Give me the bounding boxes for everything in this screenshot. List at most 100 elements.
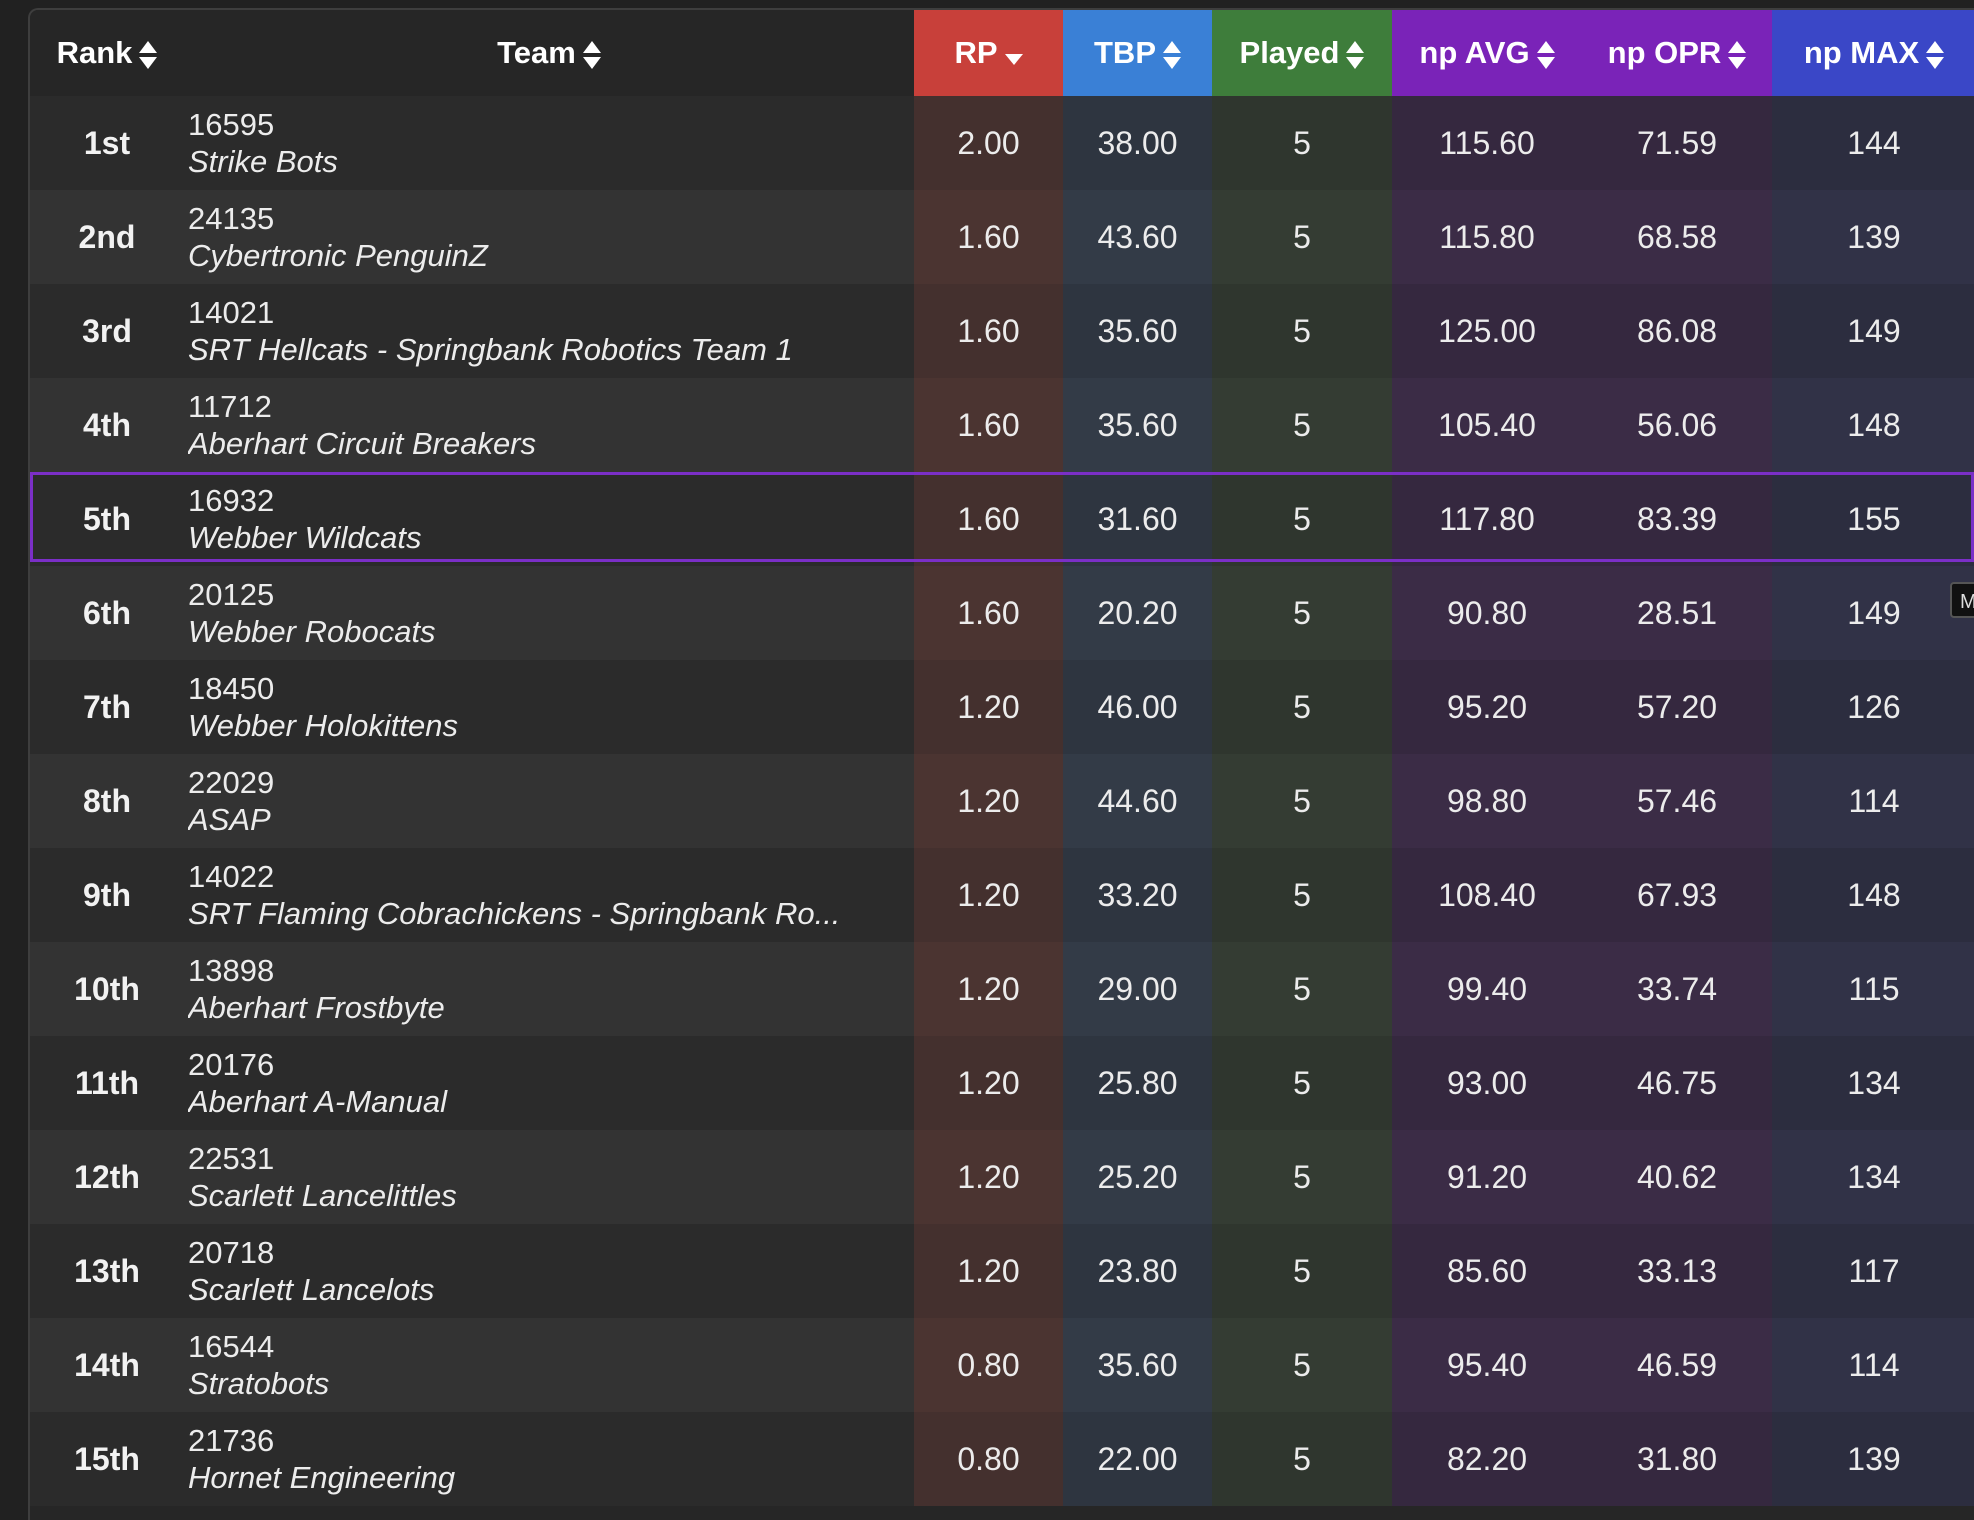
table-row[interactable]: 15th 21736 Hornet Engineering 0.80 22.00… <box>30 1412 1974 1506</box>
rp-cell: 1.20 <box>914 1036 1063 1130</box>
team-cell: 21736 Hornet Engineering <box>184 1412 914 1506</box>
rank-cell: 11th <box>30 1036 184 1130</box>
tbp-cell: 46.00 <box>1063 660 1212 754</box>
table-row[interactable]: 4th 11712 Aberhart Circuit Breakers 1.60… <box>30 378 1974 472</box>
np-avg-cell: 90.80 <box>1392 566 1582 660</box>
np-max-cell: 115 <box>1772 942 1974 1036</box>
np-max-cell: 134 <box>1772 1036 1974 1130</box>
sort-both-icon <box>1536 40 1555 70</box>
team-cell: 14022 SRT Flaming Cobrachickens - Spring… <box>184 848 914 942</box>
table-row[interactable]: 8th 22029 ASAP 1.20 44.60 5 98.80 57.46 … <box>30 754 1974 848</box>
np-opr-cell: 71.59 <box>1582 96 1772 190</box>
header-np-max[interactable]: np MAX <box>1772 10 1974 96</box>
team-name[interactable]: Aberhart A-Manual <box>188 1083 904 1120</box>
team-cell: 18450 Webber Holokittens <box>184 660 914 754</box>
rank-cell: 10th <box>30 942 184 1036</box>
played-cell: 5 <box>1212 96 1392 190</box>
rp-cell: 1.60 <box>914 190 1063 284</box>
header-team-label: Team <box>497 35 576 70</box>
team-name[interactable]: Strike Bots <box>188 143 904 180</box>
sort-both-icon <box>139 40 158 70</box>
team-name[interactable]: Scarlett Lancelittles <box>188 1177 904 1214</box>
tbp-cell: 35.60 <box>1063 1318 1212 1412</box>
rp-cell: 1.20 <box>914 1224 1063 1318</box>
team-number[interactable]: 14021 <box>188 294 914 331</box>
edge-tooltip: M <box>1950 582 1974 618</box>
team-cell: 11712 Aberhart Circuit Breakers <box>184 378 914 472</box>
rp-cell: 0.80 <box>914 1318 1063 1412</box>
header-rp[interactable]: RP <box>914 10 1063 96</box>
played-cell: 5 <box>1212 1224 1392 1318</box>
team-number[interactable]: 18450 <box>188 670 914 707</box>
team-number[interactable]: 16932 <box>188 482 914 519</box>
rank-cell: 1st <box>30 96 184 190</box>
team-number[interactable]: 16544 <box>188 1328 914 1365</box>
team-name[interactable]: SRT Hellcats - Springbank Robotics Team … <box>188 331 904 368</box>
header-played-label: Played <box>1239 35 1340 70</box>
table-row[interactable]: 13th 20718 Scarlett Lancelots 1.20 23.80… <box>30 1224 1974 1318</box>
header-np-avg[interactable]: np AVG <box>1392 10 1582 96</box>
header-rp-label: RP <box>954 35 998 70</box>
rank-cell: 9th <box>30 848 184 942</box>
rank-cell: 14th <box>30 1318 184 1412</box>
team-name[interactable]: Cybertronic PenguinZ <box>188 237 904 274</box>
team-name[interactable]: Webber Holokittens <box>188 707 904 744</box>
tbp-cell: 31.60 <box>1063 472 1212 566</box>
rp-cell: 1.20 <box>914 848 1063 942</box>
table-row[interactable]: 10th 13898 Aberhart Frostbyte 1.20 29.00… <box>30 942 1974 1036</box>
table-row[interactable]: 2nd 24135 Cybertronic PenguinZ 1.60 43.6… <box>30 190 1974 284</box>
rankings-panel: Rank Team RP TBP Played np AVG np OPR np… <box>28 8 1974 1520</box>
table-row[interactable]: 6th 20125 Webber Robocats 1.60 20.20 5 9… <box>30 566 1974 660</box>
rank-cell: 7th <box>30 660 184 754</box>
team-name[interactable]: ASAP <box>188 801 904 838</box>
team-number[interactable]: 21736 <box>188 1422 914 1459</box>
team-name[interactable]: Webber Robocats <box>188 613 904 650</box>
table-row[interactable]: 11th 20176 Aberhart A-Manual 1.20 25.80 … <box>30 1036 1974 1130</box>
team-number[interactable]: 13898 <box>188 952 914 989</box>
tbp-cell: 33.20 <box>1063 848 1212 942</box>
np-opr-cell: 56.06 <box>1582 378 1772 472</box>
team-name[interactable]: Aberhart Circuit Breakers <box>188 425 904 462</box>
team-number[interactable]: 22531 <box>188 1140 914 1177</box>
table-row[interactable]: 14th 16544 Stratobots 0.80 35.60 5 95.40… <box>30 1318 1974 1412</box>
rank-cell: 3rd <box>30 284 184 378</box>
np-avg-cell: 108.40 <box>1392 848 1582 942</box>
tbp-cell: 25.20 <box>1063 1130 1212 1224</box>
np-avg-cell: 95.40 <box>1392 1318 1582 1412</box>
header-np-opr[interactable]: np OPR <box>1582 10 1772 96</box>
np-avg-cell: 105.40 <box>1392 378 1582 472</box>
team-name[interactable]: SRT Flaming Cobrachickens - Springbank R… <box>188 895 904 932</box>
team-number[interactable]: 20176 <box>188 1046 914 1083</box>
table-row[interactable]: 5th 16932 Webber Wildcats 1.60 31.60 5 1… <box>30 472 1974 566</box>
header-team[interactable]: Team <box>184 10 914 96</box>
header-np-opr-label: np OPR <box>1607 35 1722 70</box>
np-opr-cell: 31.80 <box>1582 1412 1772 1506</box>
team-number[interactable]: 20125 <box>188 576 914 613</box>
table-row[interactable]: 3rd 14021 SRT Hellcats - Springbank Robo… <box>30 284 1974 378</box>
team-name[interactable]: Stratobots <box>188 1365 904 1402</box>
team-name[interactable]: Webber Wildcats <box>188 519 904 556</box>
team-name[interactable]: Scarlett Lancelots <box>188 1271 904 1308</box>
team-cell: 16544 Stratobots <box>184 1318 914 1412</box>
team-number[interactable]: 11712 <box>188 388 914 425</box>
team-number[interactable]: 24135 <box>188 200 914 237</box>
team-number[interactable]: 14022 <box>188 858 914 895</box>
table-row[interactable]: 1st 16595 Strike Bots 2.00 38.00 5 115.6… <box>30 96 1974 190</box>
table-row[interactable]: 12th 22531 Scarlett Lancelittles 1.20 25… <box>30 1130 1974 1224</box>
header-played[interactable]: Played <box>1212 10 1392 96</box>
rank-cell: 6th <box>30 566 184 660</box>
header-tbp[interactable]: TBP <box>1063 10 1212 96</box>
team-name[interactable]: Aberhart Frostbyte <box>188 989 904 1026</box>
np-max-cell: 144 <box>1772 96 1974 190</box>
team-number[interactable]: 20718 <box>188 1234 914 1271</box>
team-cell: 14021 SRT Hellcats - Springbank Robotics… <box>184 284 914 378</box>
table-row[interactable]: 9th 14022 SRT Flaming Cobrachickens - Sp… <box>30 848 1974 942</box>
header-rank[interactable]: Rank <box>30 10 184 96</box>
table-row[interactable]: 7th 18450 Webber Holokittens 1.20 46.00 … <box>30 660 1974 754</box>
played-cell: 5 <box>1212 942 1392 1036</box>
team-name[interactable]: Hornet Engineering <box>188 1459 904 1496</box>
header-np-avg-label: np AVG <box>1419 35 1530 70</box>
played-cell: 5 <box>1212 284 1392 378</box>
team-number[interactable]: 22029 <box>188 764 914 801</box>
team-number[interactable]: 16595 <box>188 106 914 143</box>
